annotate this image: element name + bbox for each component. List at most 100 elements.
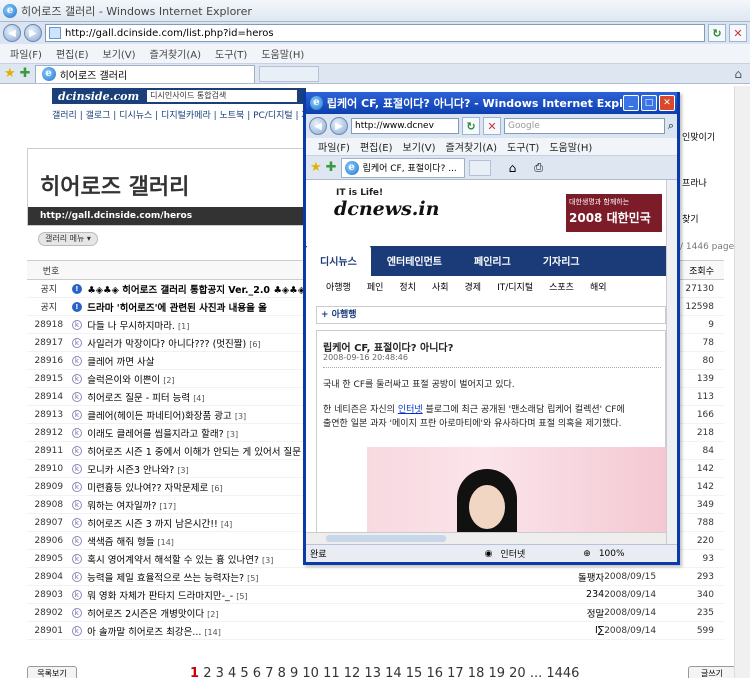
bg-tab[interactable]: e 히어로즈 갤러리: [34, 64, 255, 83]
dcinside-logo[interactable]: dcinside.com: [58, 90, 139, 103]
popup-home-icon[interactable]: ⌂: [509, 161, 517, 175]
bg-vertical-scrollbar[interactable]: [734, 86, 750, 678]
popup-menu-tools[interactable]: 도구(T): [507, 139, 539, 154]
row-title[interactable]: 드라마 '히어로즈'에 관련된 사진과 내용을 올: [87, 303, 267, 314]
page-links[interactable]: 2 3 4 5 6 7 8 9 10 11 12 13 14 15 16 17 …: [203, 666, 579, 678]
nav-reporter-league[interactable]: 기자리그: [527, 253, 596, 276]
bg-address-field[interactable]: http://gall.dcinside.com/list.php?id=her…: [45, 24, 705, 42]
menu-tools[interactable]: 도구(T): [215, 46, 247, 61]
close-button[interactable]: ✕: [659, 95, 675, 111]
popup-address-field[interactable]: http://www.dcnev: [351, 118, 459, 134]
row-title[interactable]: 뭐 영화 자체가 판타지 드라마지만-_-: [87, 591, 233, 602]
popup-search-field[interactable]: Google: [504, 118, 665, 134]
row-title[interactable]: 클레어(헤이든 파네티어)화장품 광고: [87, 411, 232, 422]
row-title[interactable]: 슬럭은이와 이쁜이: [87, 375, 160, 386]
popup-title-bar[interactable]: e 립케어 CF, 표절이다? 아니다? - Windows Internet …: [306, 92, 677, 114]
row-author[interactable]: 234: [541, 589, 604, 600]
internet-link[interactable]: 인터넷: [398, 405, 423, 415]
add-favorite-icon[interactable]: ✚: [20, 66, 31, 81]
favorites-star-icon[interactable]: ★: [4, 66, 16, 81]
menu-file[interactable]: 파일(F): [10, 46, 42, 61]
row-title[interactable]: 히어로즈 시즌 3 까지 남은시간!!: [87, 519, 218, 530]
dc-search-input[interactable]: 디시인사이드 통합검색: [147, 90, 298, 102]
menu-favorites[interactable]: 즐겨찾기(A): [150, 46, 201, 61]
row-title[interactable]: 능력을 제일 효율적으로 쓰는 능력자는?: [87, 573, 244, 584]
bg-right-snippet-1[interactable]: 인맞이기: [682, 130, 715, 143]
subnav-item[interactable]: 정치: [399, 280, 416, 293]
write-button[interactable]: 글쓰기: [688, 666, 736, 678]
subnav-item[interactable]: 사회: [432, 280, 449, 293]
refresh-button[interactable]: ↻: [708, 24, 726, 42]
row-author[interactable]: I∑: [541, 625, 604, 636]
dcnews-logo[interactable]: dcnews.in: [334, 198, 439, 220]
subnav-item[interactable]: 해외: [590, 280, 607, 293]
popup-add-favorite-icon[interactable]: ✚: [326, 160, 337, 175]
row-author[interactable]: 정말: [541, 606, 604, 620]
nav-entertainment[interactable]: 엔터테인먼트: [371, 253, 458, 276]
nav-dcnews[interactable]: 디시뉴스: [306, 245, 371, 276]
row-author[interactable]: 돌팽자: [541, 570, 604, 584]
row-title[interactable]: 모니카 시즌3 안나와?: [87, 465, 174, 476]
popup-new-tab-button[interactable]: [468, 159, 491, 176]
popup-forward-button[interactable]: ▶: [330, 117, 348, 135]
subnav-item[interactable]: 페인: [367, 280, 384, 293]
menu-view[interactable]: 보기(V): [103, 46, 136, 61]
popup-print-icon[interactable]: ⎙: [534, 161, 543, 175]
popup-horizontal-scrollbar[interactable]: [306, 532, 666, 544]
post-icon: k: [71, 481, 82, 492]
row-title[interactable]: 히어로즈 질문 - 피터 능력: [87, 393, 190, 404]
back-button[interactable]: ◀: [3, 24, 21, 42]
subnav-item[interactable]: 아행행: [326, 280, 351, 293]
row-title[interactable]: ♣◈♣◈ 히어로즈 갤러리 통합공지 Ver._2.0 ♣◈♣◈: [87, 285, 305, 296]
subnav-item[interactable]: 경제: [465, 280, 482, 293]
row-title[interactable]: 이래도 클레어를 씹을지라고 할래?: [87, 429, 223, 440]
forward-button[interactable]: ▶: [24, 24, 42, 42]
nav-paein-league[interactable]: 페인리그: [458, 253, 527, 276]
row-number: 28910: [34, 463, 64, 474]
menu-help[interactable]: 도움말(H): [261, 46, 304, 61]
list-button[interactable]: 목록보기: [27, 666, 77, 678]
row-title[interactable]: 아 솔까말 히어로즈 최강은...: [87, 627, 201, 638]
row-title[interactable]: 혹시 영어계약서 해석할 수 있는 흉 있나연?: [87, 555, 259, 566]
gallery-menu-button[interactable]: 갤러리 메뉴 ▾: [38, 232, 98, 246]
home-icon[interactable]: ⌂: [734, 67, 742, 81]
page-current[interactable]: 1: [190, 666, 199, 678]
table-row[interactable]: 28904 k 능력을 제일 효율적으로 쓰는 능력자는? [5] 돌팽자 2008/0…: [27, 568, 724, 586]
popup-vertical-scrollbar[interactable]: [666, 180, 677, 544]
row-title[interactable]: 색색즘 해줘 형들: [87, 537, 154, 548]
popup-menu-file[interactable]: 파일(F): [318, 139, 350, 154]
popup-menu-view[interactable]: 보기(V): [403, 139, 436, 154]
maximize-button[interactable]: □: [641, 95, 657, 111]
popup-menu-help[interactable]: 도움말(H): [549, 139, 592, 154]
stop-button[interactable]: ✕: [729, 24, 747, 42]
subnav-item[interactable]: IT/디지털: [497, 280, 533, 293]
popup-menu-edit[interactable]: 편집(E): [360, 139, 393, 154]
menu-edit[interactable]: 편집(E): [56, 46, 89, 61]
banner-ad[interactable]: 대한생명과 함께하는 2008 대한민국: [566, 194, 662, 232]
table-row[interactable]: 28902 k 히어로즈 2시즌은 개병맛이다 [2] 정말 2008/09/14 235: [27, 604, 724, 622]
popup-menu-favorites[interactable]: 즐겨찾기(A): [446, 139, 497, 154]
popup-stop-button[interactable]: ✕: [483, 117, 501, 135]
row-title[interactable]: 클레어 까면 사살: [87, 357, 154, 368]
row-title[interactable]: 뭐하는 여자일까?: [87, 501, 156, 512]
zoom-icon[interactable]: ⊕: [583, 549, 591, 559]
popup-favorites-icon[interactable]: ★: [310, 160, 322, 175]
row-title[interactable]: 사일러가 막장이다? 아니다??? (멋진짤): [87, 339, 246, 350]
row-title[interactable]: 미련흉등 있나여?? 자막문제로: [87, 483, 208, 494]
row-title[interactable]: 히어로즈 시즌 1 중에서 이해가 안되는 게 있어서 질문: [87, 447, 301, 458]
row-title[interactable]: 히어로즈 2시즌은 개병맛이다: [87, 609, 204, 620]
table-row[interactable]: 28901 k 아 솔까말 히어로즈 최강은... [14] I∑ 2008/09/14…: [27, 622, 724, 640]
popup-refresh-button[interactable]: ↻: [462, 117, 480, 135]
new-tab-button[interactable]: [258, 65, 319, 82]
minimize-button[interactable]: _: [623, 95, 639, 111]
section-label[interactable]: + 아햄행: [316, 306, 666, 324]
table-row[interactable]: 28903 k 뭐 영화 자체가 판타지 드라마지만-_- [5] 234 2008/0…: [27, 586, 724, 604]
popup-back-button[interactable]: ◀: [309, 117, 327, 135]
dc-menu-links[interactable]: 갤러리 | 갤로그 | 디시뉴스 | 디지털카메라 | 노트북 | PC/디지털…: [52, 108, 318, 121]
subnav-item[interactable]: 스포츠: [549, 280, 574, 293]
search-icon[interactable]: ⌕: [668, 119, 674, 133]
status-zoom[interactable]: 100%: [599, 549, 625, 559]
row-title[interactable]: 다들 나 무시하지마라.: [87, 321, 175, 332]
bg-right-snippet-3[interactable]: 찾기: [682, 212, 699, 225]
popup-tab[interactable]: e 립케어 CF, 표절이다? ...: [340, 157, 465, 178]
